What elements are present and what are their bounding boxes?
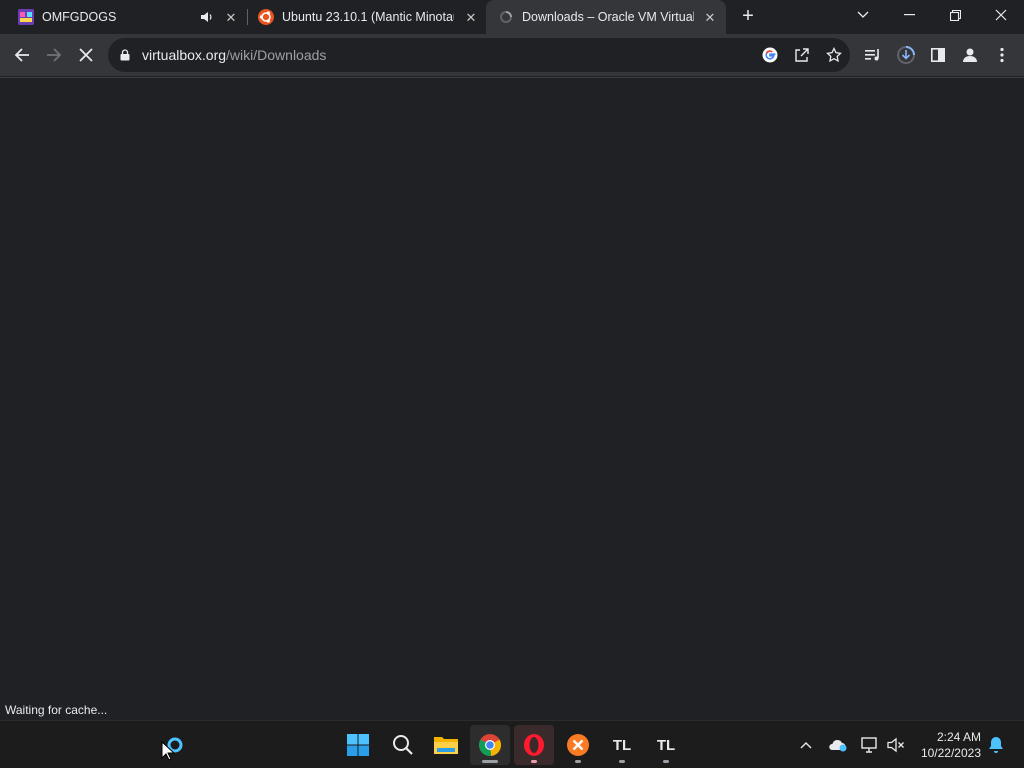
url-path: /wiki/Downloads (226, 47, 327, 63)
tab-title: OMFGDOGS (42, 10, 117, 24)
profile-button[interactable] (958, 43, 982, 67)
cloud-icon (829, 739, 847, 752)
omfgdogs-favicon (18, 9, 34, 25)
running-indicator (663, 760, 669, 763)
close-icon (995, 9, 1007, 21)
stop-loading-button[interactable] (74, 43, 98, 67)
onedrive-tray-button[interactable] (828, 735, 848, 755)
avatar-icon (963, 48, 977, 62)
menu-button[interactable] (990, 43, 1014, 67)
bookmark-button[interactable] (822, 43, 846, 67)
clock-date: 10/22/2023 (920, 746, 981, 760)
folder-icon (434, 737, 458, 754)
playlist-music-icon (865, 49, 879, 61)
kebab-menu-icon (1000, 47, 1004, 63)
show-hidden-icons-button[interactable] (796, 735, 816, 755)
tab-virtualbox-downloads[interactable]: Downloads – Oracle VM VirtualBox ✕ (486, 0, 726, 34)
google-g-icon (762, 47, 778, 63)
chrome-icon (478, 734, 502, 757)
search-button[interactable] (383, 725, 423, 765)
bell-icon (989, 737, 1003, 753)
download-progress-icon (897, 46, 915, 64)
status-bubble: Waiting for cache... (0, 700, 113, 720)
clock-time: 2:24 AM (936, 730, 981, 744)
url-host: virtualbox.org (142, 47, 227, 63)
tl-app-1-button[interactable]: TL (602, 725, 642, 765)
google-lens-button[interactable] (758, 43, 782, 67)
side-panel-icon (931, 48, 945, 62)
close-tab-icon[interactable]: ✕ (703, 10, 717, 26)
lock-icon[interactable] (120, 49, 130, 61)
page-content (0, 77, 1024, 720)
tab-ubuntu[interactable]: Ubuntu 23.10.1 (Mantic Minotaur) ✕ (258, 0, 484, 34)
taskbar: TL TL 2:24 AM 10/22/2023 (0, 720, 1024, 768)
arrow-left-icon (14, 48, 29, 62)
tab-strip: OMFGDOGS ✕ Ubuntu 23.10.1 (Mantic Minota… (0, 0, 1024, 34)
share-button[interactable] (790, 43, 814, 67)
running-indicator (482, 760, 498, 763)
address-bar[interactable]: virtualbox.org/wiki/Downloads (108, 38, 850, 72)
notifications-button[interactable] (986, 735, 1006, 755)
back-button[interactable] (10, 43, 34, 67)
forward-button[interactable] (42, 43, 66, 67)
speaker-icon[interactable] (200, 11, 214, 23)
media-controls-button[interactable] (861, 43, 885, 67)
tab-search-button[interactable] (840, 0, 886, 30)
close-window-button[interactable] (978, 0, 1024, 30)
search-icon (393, 735, 413, 755)
browser-toolbar: virtualbox.org/wiki/Downloads (0, 34, 1024, 76)
new-tab-button[interactable]: + (738, 6, 758, 26)
share-icon (795, 48, 809, 62)
star-icon (826, 47, 842, 63)
network-tray-button[interactable] (860, 735, 880, 755)
chevron-up-icon (800, 742, 812, 749)
tab-separator (247, 9, 248, 25)
loading-spinner-icon (500, 11, 512, 23)
running-indicator (531, 760, 537, 763)
xampp-button[interactable] (558, 725, 598, 765)
running-indicator (575, 760, 581, 763)
ubuntu-favicon (258, 9, 274, 25)
network-icon (861, 737, 877, 753)
restore-icon (949, 9, 961, 21)
opera-button[interactable] (514, 725, 554, 765)
url-text[interactable]: virtualbox.org/wiki/Downloads (142, 47, 326, 63)
chevron-down-icon (857, 11, 869, 18)
close-tab-icon[interactable]: ✕ (464, 10, 478, 26)
tl-app-icon: TL (656, 736, 676, 754)
volume-tray-button[interactable] (886, 735, 906, 755)
windows-logo-icon (347, 734, 369, 756)
close-tab-icon[interactable]: ✕ (224, 10, 238, 26)
tl-app-icon: TL (612, 736, 632, 754)
xampp-icon (567, 734, 589, 756)
minimize-icon (903, 14, 915, 16)
arrow-right-icon (47, 48, 62, 62)
clock[interactable]: 2:24 AM 10/22/2023 (921, 729, 981, 761)
chrome-button[interactable] (470, 725, 510, 765)
mouse-cursor-icon (161, 741, 175, 761)
tab-title: Downloads – Oracle VM VirtualBox (522, 10, 694, 24)
restore-button[interactable] (932, 0, 978, 30)
close-icon (79, 48, 93, 62)
side-panel-button[interactable] (926, 43, 950, 67)
file-explorer-button[interactable] (426, 725, 466, 765)
opera-icon (524, 734, 544, 756)
speaker-muted-icon (887, 737, 904, 753)
start-button[interactable] (338, 725, 378, 765)
running-indicator (619, 760, 625, 763)
tl-app-2-button[interactable]: TL (646, 725, 686, 765)
tab-omfgdogs[interactable]: OMFGDOGS ✕ (18, 0, 244, 34)
tab-title: Ubuntu 23.10.1 (Mantic Minotaur) (282, 10, 454, 24)
downloads-button[interactable] (894, 43, 918, 67)
minimize-button[interactable] (886, 0, 932, 30)
